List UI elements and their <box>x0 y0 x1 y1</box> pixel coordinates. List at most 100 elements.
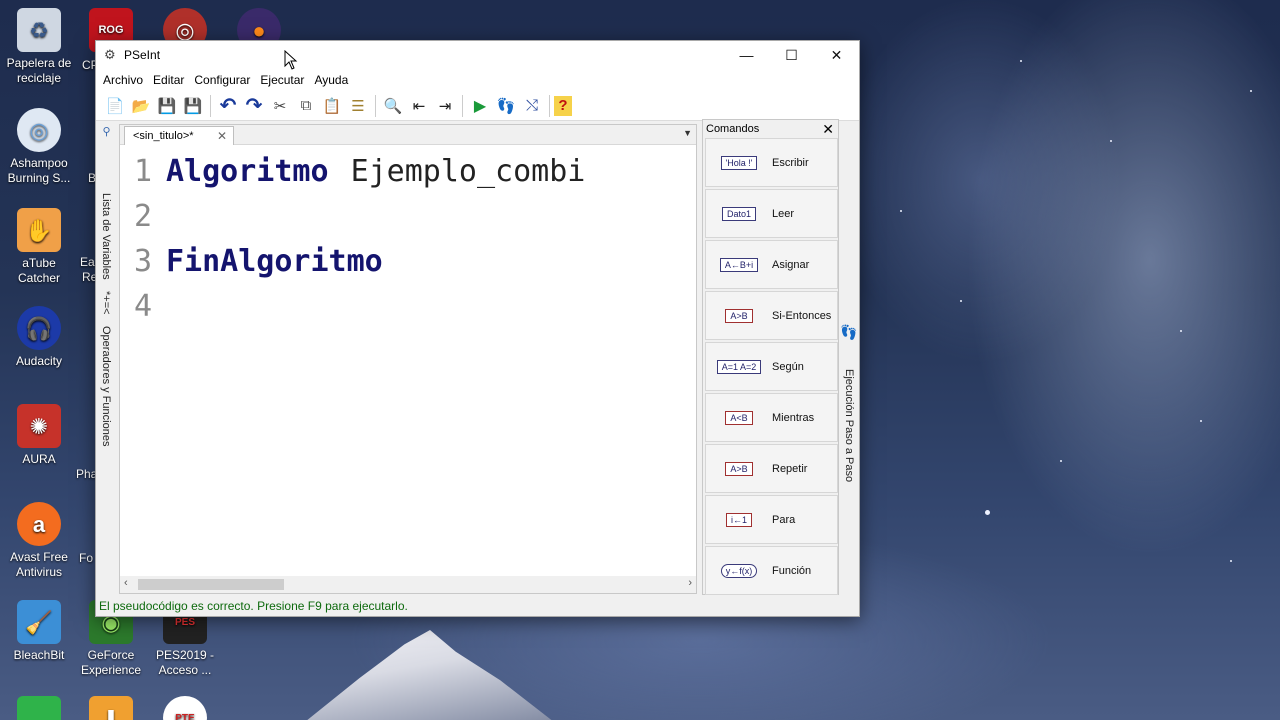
command-repetir-button[interactable]: A>B Repetir <box>705 444 838 493</box>
command-asignar-button[interactable]: A←B+i Asignar <box>705 240 838 289</box>
editor-tab[interactable]: <sin_titulo>* ✕ <box>124 126 234 145</box>
desktop-icon-label: GeForce Experience <box>80 648 142 677</box>
desktop-icon-bleachbit[interactable]: 🧹 BleachBit <box>0 600 78 663</box>
save-icon[interactable]: 💾 <box>154 93 180 119</box>
window-title: PSeInt <box>124 48 161 62</box>
side-tabs-right: 👣 Ejecución Paso a Paso <box>840 321 860 482</box>
command-label: Leer <box>772 207 795 220</box>
open-folder-icon[interactable]: 📂 <box>128 93 154 119</box>
side-tabs-left: ⚲ Lista de Variables *+=< Operadores y F… <box>96 121 118 598</box>
desktop-icon-pte[interactable]: PTE <box>146 696 224 720</box>
desktop-icon-label: PES2019 - Acceso ... <box>155 648 215 677</box>
status-bar: El pseudocódigo es correcto. Presione F9… <box>96 596 859 616</box>
for-symbol-icon: i←1 <box>706 502 772 538</box>
menu-ayuda[interactable]: Ayuda <box>309 73 353 87</box>
find-icon[interactable]: 🔍 <box>380 93 406 119</box>
identifier: Ejemplo_combi <box>350 154 586 189</box>
close-button[interactable]: ✕ <box>814 41 859 69</box>
cut-icon[interactable]: ✂ <box>267 93 293 119</box>
line-number: 2 <box>133 199 153 234</box>
indent-icon[interactable]: ☰ <box>345 93 371 119</box>
menu-editar[interactable]: Editar <box>148 73 189 87</box>
desktop-icon-label: Ashampoo Burning S... <box>7 156 71 185</box>
partial-label: Fo <box>79 551 94 565</box>
scroll-left-icon[interactable]: ‹ <box>124 577 128 589</box>
close-tab-icon[interactable]: ✕ <box>217 129 227 143</box>
menu-archivo[interactable]: Archivo <box>98 73 148 87</box>
new-file-icon[interactable]: 📄 <box>102 93 128 119</box>
scrollbar-thumb[interactable] <box>138 579 284 590</box>
desktop-icon-avast[interactable]: a Avast Free Antivirus <box>0 502 78 580</box>
while-symbol-icon: A<B <box>706 400 772 436</box>
if-symbol-icon: A>B <box>706 298 772 334</box>
desktop-icon-download[interactable]: ⬇ <box>72 696 150 720</box>
save-as-icon[interactable]: 💾 <box>180 93 206 119</box>
command-escribir-button[interactable]: 'Hola !' Escribir <box>705 138 838 187</box>
desktop-icon-audacity[interactable]: 🎧 Audacity <box>0 306 78 369</box>
pseint-app-icon: ⚙ <box>104 47 116 62</box>
patch-icon: PTE <box>163 696 207 720</box>
recycle-bin-icon: ♻ <box>17 8 61 52</box>
find-prev-icon[interactable]: ⇤ <box>406 93 432 119</box>
maximize-button[interactable]: ☐ <box>769 41 814 69</box>
run-icon[interactable]: ▶ <box>467 93 493 119</box>
title-bar[interactable]: ⚙ PSeInt — ☐ ✕ <box>96 41 859 69</box>
mountain-wallpaper <box>270 630 590 720</box>
desktop-icon-atube[interactable]: ✋ aTube Catcher <box>0 208 78 286</box>
tab-operators[interactable]: Operadores y Funciones <box>100 326 112 446</box>
menu-configurar[interactable]: Configurar <box>189 73 255 87</box>
help-icon[interactable]: ? <box>554 95 572 116</box>
find-next-icon[interactable]: ⇥ <box>432 93 458 119</box>
command-label: Función <box>772 564 812 577</box>
status-message: El pseudocódigo es correcto. Presione F9… <box>99 599 408 613</box>
desktop-icon-label: Avast Free Antivirus <box>10 550 68 579</box>
minimize-button[interactable]: — <box>724 41 769 69</box>
tab-variables[interactable]: Lista de Variables <box>100 193 112 280</box>
commands-header: Comandos ✕ <box>703 120 838 138</box>
desktop-icon-label: BleachBit <box>13 648 65 662</box>
command-segun-button[interactable]: A=1 A=2 Según <box>705 342 838 391</box>
command-para-button[interactable]: i←1 Para <box>705 495 838 544</box>
flowchart-icon[interactable]: ⤭ <box>519 93 545 119</box>
command-mientras-button[interactable]: A<B Mientras <box>705 393 838 442</box>
horizontal-scrollbar[interactable]: ‹ › <box>120 576 696 593</box>
command-label: Si-Entonces <box>772 309 832 322</box>
command-funcion-button[interactable]: y←f(x) Función <box>705 546 838 595</box>
code-area[interactable]: 1 Algoritmo Ejemplo_combi 2 3 FinAlgorit… <box>120 149 696 577</box>
command-leer-button[interactable]: Dato1 Leer <box>705 189 838 238</box>
commands-panel: Comandos ✕ 'Hola !' Escribir Dato1 Leer … <box>702 119 839 595</box>
redo-icon[interactable]: ↷ <box>241 93 267 119</box>
desktop-icon-label: Audacity <box>15 354 63 368</box>
line-number: 4 <box>133 289 153 324</box>
tab-list-dropdown-icon[interactable]: ▼ <box>683 128 692 138</box>
step-by-step-icon[interactable]: 👣 <box>493 93 519 119</box>
command-si-entonces-button[interactable]: A>B Si-Entonces <box>705 291 838 340</box>
desktop-icon-ashampoo[interactable]: ◎ Ashampoo Burning S... <box>0 108 78 186</box>
desktop-icon-recycle-bin[interactable]: ♻ Papelera de reciclaje <box>0 8 78 86</box>
desktop-icon-partial[interactable] <box>0 696 78 720</box>
disc-icon: ◎ <box>17 108 61 152</box>
undo-icon[interactable]: ↶ <box>215 93 241 119</box>
code-line: 2 <box>120 194 696 239</box>
editor-tab-bar: <sin_titulo>* ✕ ▼ <box>120 125 696 145</box>
code-editor: <sin_titulo>* ✕ ▼ 1 Algoritmo Ejemplo_co… <box>119 124 697 594</box>
keyword: FinAlgoritmo <box>166 244 383 279</box>
mouse-cursor-icon <box>284 50 298 70</box>
toolbar: 📄 📂 💾 💾 ↶ ↷ ✂ ⧉ 📋 ☰ 🔍 ⇤ ⇥ ▶ 👣 ⤭ ? <box>96 91 859 121</box>
line-number: 3 <box>133 244 153 279</box>
footsteps-icon: 👣 <box>842 323 858 341</box>
scroll-right-icon[interactable]: › <box>688 577 692 589</box>
desktop-icon-label: Papelera de reciclaje <box>6 56 72 85</box>
copy-icon[interactable]: ⧉ <box>293 93 319 119</box>
partial-label: Ea <box>80 255 95 269</box>
broom-icon: 🧹 <box>17 600 61 644</box>
desktop-icon-aura[interactable]: ✺ AURA <box>0 404 78 467</box>
command-label: Según <box>772 360 804 373</box>
avast-icon: a <box>17 502 61 546</box>
tab-step-execution[interactable]: Ejecución Paso a Paso <box>843 369 855 482</box>
keyword: Algoritmo <box>166 154 329 189</box>
menu-ejecutar[interactable]: Ejecutar <box>255 73 309 87</box>
close-panel-icon[interactable]: ✕ <box>822 121 834 138</box>
paste-icon[interactable]: 📋 <box>319 93 345 119</box>
operators-icon: *+=< <box>100 291 112 315</box>
